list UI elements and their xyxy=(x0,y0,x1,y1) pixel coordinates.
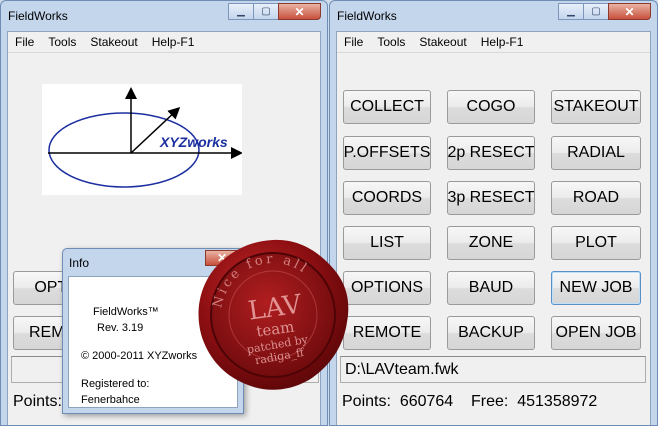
collect-button[interactable]: COLLECT xyxy=(343,90,431,124)
left-points-label: Points: xyxy=(13,393,62,410)
maximize-icon[interactable]: ▢ xyxy=(583,3,609,20)
right-window: FieldWorks ▁ ▢ ✕ File Tools Stakeout Hel… xyxy=(329,0,658,426)
plot-button[interactable]: PLOT xyxy=(551,226,641,260)
wax-seal-image: Nice for all LAV team patched by radiga_… xyxy=(198,239,349,390)
points-label: Points: xyxy=(342,393,391,410)
right-menubar: File Tools Stakeout Help-F1 xyxy=(337,32,650,53)
info-copyright: © 2000-2011 XYZworks xyxy=(81,350,198,362)
3p-resect-button[interactable]: 3p RESECT xyxy=(447,181,535,215)
minimize-icon[interactable]: ▁ xyxy=(558,3,584,20)
info-product: FieldWorks™ xyxy=(93,306,159,318)
menu-help[interactable]: Help-F1 xyxy=(474,35,531,49)
points-value: 660764 xyxy=(399,393,454,410)
backup-button[interactable]: BACKUP xyxy=(447,316,535,350)
info-registered-label: Registered to: xyxy=(81,378,150,390)
menu-file[interactable]: File xyxy=(337,35,370,49)
minimize-icon[interactable]: ▁ xyxy=(228,3,254,20)
coords-button[interactable]: COORDS xyxy=(343,181,431,215)
zone-button[interactable]: ZONE xyxy=(447,226,535,260)
close-icon[interactable]: ✕ xyxy=(608,3,651,20)
cogo-button[interactable]: COGO xyxy=(447,90,535,124)
right-client-area: File Tools Stakeout Help-F1 COLLECT COGO… xyxy=(336,31,651,425)
left-menubar: File Tools Stakeout Help-F1 xyxy=(8,32,320,53)
right-titlebar[interactable]: FieldWorks ▁ ▢ ✕ xyxy=(330,1,657,31)
job-file-path: D:\LAVteam.fwk xyxy=(345,360,459,378)
info-registered-to: Fenerbahce xyxy=(81,394,140,406)
menu-stakeout[interactable]: Stakeout xyxy=(83,35,144,49)
radial-button[interactable]: RADIAL xyxy=(551,136,641,170)
menu-file[interactable]: File xyxy=(8,35,41,49)
menu-stakeout[interactable]: Stakeout xyxy=(412,35,473,49)
logo-ellipse xyxy=(48,112,200,188)
poffsets-button[interactable]: P.OFFSETS xyxy=(343,136,431,170)
2p-resect-button[interactable]: 2p RESECT xyxy=(447,136,535,170)
info-title: Info xyxy=(69,256,90,270)
list-button[interactable]: LIST xyxy=(343,226,431,260)
logo-text: XYZworks xyxy=(160,134,228,150)
right-window-controls: ▁ ▢ ✕ xyxy=(558,3,651,20)
menu-help[interactable]: Help-F1 xyxy=(145,35,202,49)
remote-button[interactable]: REMOTE xyxy=(343,316,431,350)
stakeout-button[interactable]: STAKEOUT xyxy=(551,90,641,124)
menu-tools[interactable]: Tools xyxy=(370,35,412,49)
road-button[interactable]: ROAD xyxy=(551,181,641,215)
right-window-title: FieldWorks xyxy=(337,9,397,23)
options-button[interactable]: OPTIONS xyxy=(343,271,431,305)
xyzworks-logo: XYZworks xyxy=(42,84,243,195)
close-icon[interactable]: ✕ xyxy=(278,3,321,20)
left-window-title: FieldWorks xyxy=(8,9,68,23)
menu-tools[interactable]: Tools xyxy=(41,35,83,49)
free-value: 451358972 xyxy=(517,393,598,410)
baud-button[interactable]: BAUD xyxy=(447,271,535,305)
job-file-field: D:\LAVteam.fwk xyxy=(340,356,646,383)
maximize-icon[interactable]: ▢ xyxy=(253,3,279,20)
free-label: Free: xyxy=(470,393,509,410)
left-window-controls: ▁ ▢ ✕ xyxy=(228,3,321,20)
info-rev: Rev. 3.19 xyxy=(97,322,144,334)
left-titlebar[interactable]: FieldWorks ▁ ▢ ✕ xyxy=(1,1,327,31)
new-job-button[interactable]: NEW JOB xyxy=(551,271,641,305)
open-job-button[interactable]: OPEN JOB xyxy=(551,316,641,350)
right-status-line: Points: 660764 Free: 451358972 xyxy=(342,393,597,411)
